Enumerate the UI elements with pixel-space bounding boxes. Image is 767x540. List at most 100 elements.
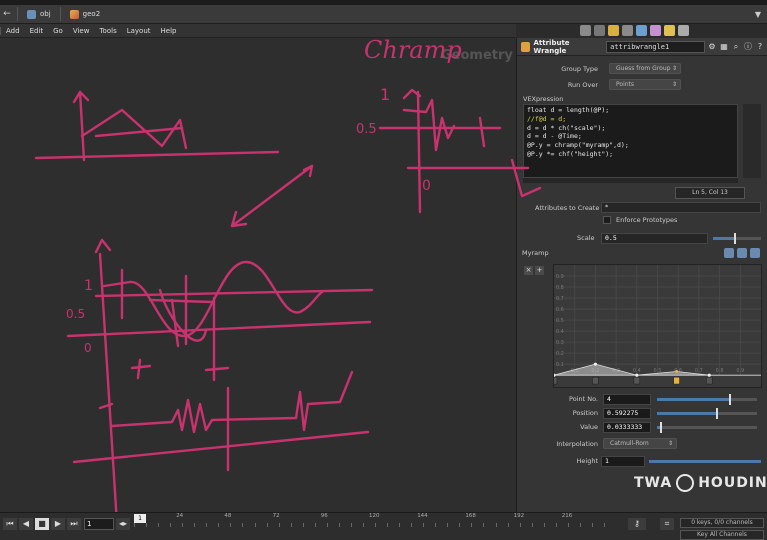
breadcrumb-geo2[interactable]: geo2 — [64, 7, 107, 22]
search-icon[interactable]: ⌕ — [731, 42, 741, 52]
ramp-preset-icon[interactable] — [724, 248, 734, 258]
run-over-dropdown[interactable]: Points ⇕ — [609, 79, 681, 90]
breadcrumb-geo2-label: geo2 — [82, 10, 101, 18]
separator — [59, 7, 61, 21]
interpolation-dropdown[interactable]: Catmull-Rom ⇕ — [603, 438, 677, 449]
interpolation-value: Catmull-Rom — [610, 440, 649, 447]
gear-icon[interactable]: ⚙ — [707, 42, 717, 52]
value-slider[interactable] — [657, 422, 757, 433]
enforce-prototypes-checkbox[interactable] — [603, 216, 611, 224]
timeline-tick — [182, 523, 184, 527]
timeline-tick — [134, 523, 135, 527]
cursor-position: Ln 5, Col 13 — [675, 187, 745, 199]
height-field[interactable]: 1 — [601, 456, 645, 467]
template-icon[interactable] — [650, 25, 661, 36]
step-back-icon[interactable]: ◀ — [19, 518, 33, 530]
ramp-icons — [721, 248, 760, 258]
ramp-key-point — [675, 369, 679, 374]
display-icon[interactable] — [622, 25, 633, 36]
jump-start-icon[interactable]: ⏮ — [3, 518, 17, 530]
timeline-tick — [423, 523, 425, 527]
ramp-key-point — [635, 373, 639, 377]
chevron-updown-icon: ⇕ — [671, 81, 677, 88]
ramp-x-tick: 0.9 — [736, 368, 744, 374]
value-field[interactable]: 0.0333333 — [603, 422, 651, 433]
menu-layout[interactable]: Layout — [122, 27, 156, 35]
point-no-slider[interactable] — [657, 394, 757, 405]
close-icon[interactable]: × — [524, 266, 533, 275]
watermark-right: HOUDINI — [698, 475, 767, 491]
bypass-icon[interactable] — [664, 25, 675, 36]
render-icon[interactable] — [636, 25, 647, 36]
info-icon[interactable]: ⓘ — [743, 42, 753, 52]
timeline-ruler[interactable]: 24 48 72 96 120 144 168 192 216 — [134, 513, 614, 533]
height-slider[interactable] — [649, 460, 761, 463]
jump-end-icon[interactable]: ⏭ — [67, 518, 81, 530]
position-slider-knob[interactable] — [716, 408, 718, 419]
ramp-key-marker — [705, 376, 713, 385]
scale-slider[interactable] — [713, 233, 761, 244]
point-no-slider-knob[interactable] — [729, 394, 731, 405]
hierarchy-icon[interactable]: ▦ — [719, 42, 729, 52]
step-icon[interactable]: ◂▸ — [116, 518, 130, 530]
key-icon[interactable]: ⚷ — [628, 518, 646, 530]
grid-icon[interactable] — [594, 25, 605, 36]
group-type-dropdown[interactable]: Guess from Group ⇕ — [609, 63, 681, 74]
code-scrollbar[interactable] — [523, 178, 738, 183]
help-icon[interactable]: ? — [755, 42, 765, 52]
chevron-updown-icon: ⇕ — [667, 440, 673, 447]
flag-icon[interactable] — [608, 25, 619, 36]
ramp-key-point — [707, 373, 711, 377]
timeline-tick-label: 48 — [224, 513, 232, 519]
ramp-expand-icon[interactable] — [737, 248, 747, 258]
timeline-tick — [579, 523, 581, 527]
current-frame-marker[interactable]: 1 — [134, 514, 146, 523]
node-name-field[interactable]: attribwrangle1 — [606, 40, 706, 53]
ramp-label: Myramp — [522, 249, 549, 257]
attributes-field[interactable]: * — [601, 202, 761, 213]
menu-view[interactable]: View — [68, 27, 95, 35]
timeline-tick — [543, 523, 545, 527]
vexpression-label: VEXpression — [523, 95, 564, 103]
menu-edit[interactable]: Edit — [25, 27, 49, 35]
node-type: Attribute Wrangle — [533, 38, 570, 55]
plus-icon[interactable]: + — [535, 266, 544, 275]
timeline-tick — [591, 523, 593, 527]
network-viewport[interactable] — [0, 38, 516, 512]
height-slider-fill — [649, 460, 761, 463]
watermark-left: TWA — [634, 475, 673, 491]
key-all-channels-button[interactable]: Key All Channels — [680, 530, 764, 540]
stop-icon[interactable]: ■ — [35, 518, 49, 530]
value-slider-knob[interactable] — [660, 422, 662, 433]
ramp-gear-icon[interactable] — [750, 248, 760, 258]
path-menu-icon[interactable]: ▼ — [755, 10, 767, 19]
scale-slider-knob[interactable] — [734, 233, 736, 244]
ramp-graph[interactable]: 0.90.80.70.60.50.40.30.20.10.10.20.30.40… — [553, 264, 762, 388]
point-no-row: Point No. 4 — [517, 394, 767, 405]
timeline-tick — [230, 523, 232, 527]
value-label: Value — [580, 423, 598, 431]
breadcrumb-obj[interactable]: obj — [21, 7, 57, 22]
channel-icon[interactable]: ⌗ — [660, 518, 674, 530]
position-field[interactable]: 0.592275 — [603, 408, 651, 419]
menu-tools[interactable]: Tools — [94, 27, 121, 35]
scale-field[interactable]: 0.5 — [601, 233, 708, 244]
menu-go[interactable]: Go — [48, 27, 68, 35]
timeline-tick — [603, 523, 605, 527]
wrench-icon[interactable] — [580, 25, 591, 36]
point-no-field[interactable]: 4 — [603, 394, 651, 405]
frame-field[interactable]: 1 — [84, 518, 114, 530]
header-icons: ⚙ ▦ ⌕ ⓘ ? — [705, 42, 767, 52]
menu-help[interactable]: Help — [156, 27, 182, 35]
timeline-tick-label: 144 — [417, 513, 428, 519]
lock-icon[interactable] — [678, 25, 689, 36]
menu-add[interactable]: Add — [0, 26, 25, 35]
ramp-key-point — [593, 362, 597, 366]
play-icon[interactable]: ▶ — [51, 518, 65, 530]
timeline-tick — [399, 523, 401, 527]
back-arrow-icon[interactable]: ← — [0, 9, 14, 19]
position-slider[interactable] — [657, 408, 757, 419]
scale-row: Scale 0.5 — [517, 233, 767, 244]
vex-code-editor[interactable]: float d = length(@P); //f@d = d; d = d *… — [523, 104, 738, 178]
code-side-toolbar[interactable] — [743, 104, 761, 178]
